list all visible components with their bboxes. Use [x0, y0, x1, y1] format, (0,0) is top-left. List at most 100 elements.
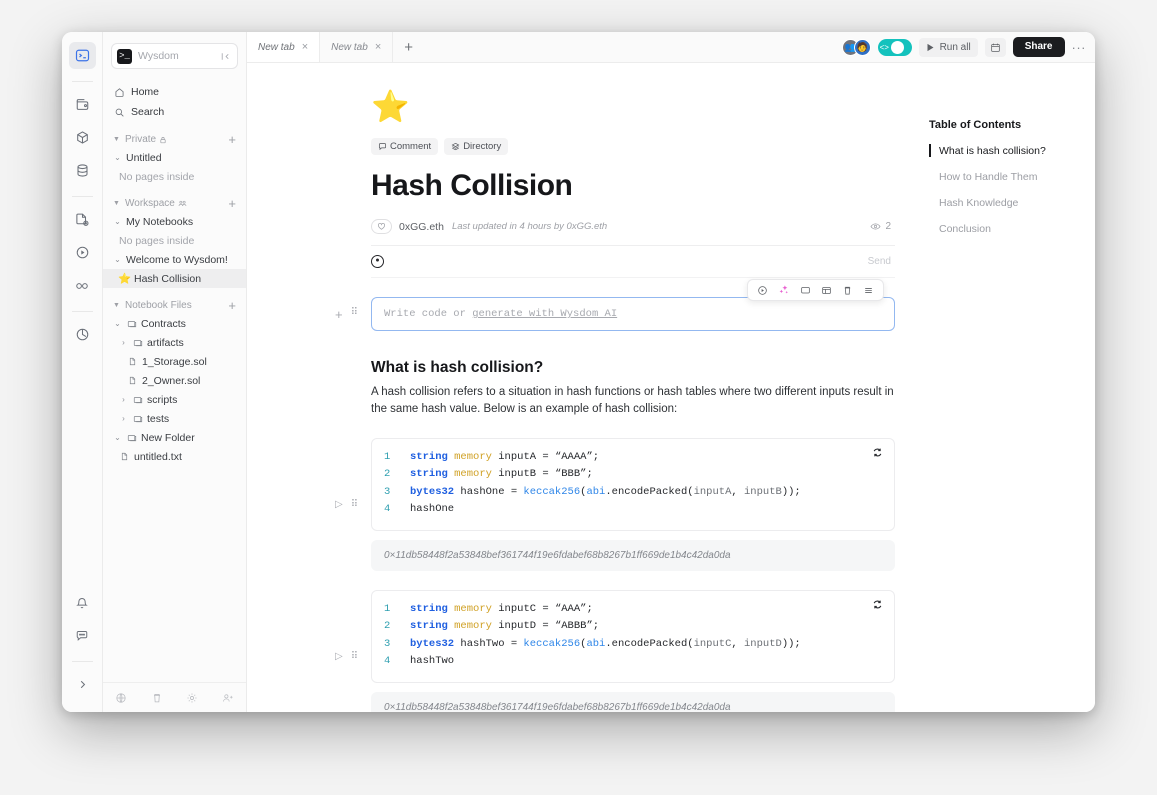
- package-icon[interactable]: [69, 124, 96, 151]
- terminal-icon[interactable]: [68, 42, 96, 69]
- expand-chevron-icon[interactable]: [69, 671, 96, 698]
- run-cell-button[interactable]: ▷: [335, 499, 343, 510]
- rail-divider-2: [71, 196, 93, 197]
- calendar-icon[interactable]: [984, 37, 1006, 57]
- tree-label: New Folder: [141, 431, 195, 444]
- tree-row[interactable]: › tests: [103, 409, 246, 428]
- toc-item-what-is-hash-collision[interactable]: What is hash collision?: [929, 144, 1095, 157]
- chevron-down-icon[interactable]: ⌄: [113, 319, 122, 328]
- chevron-right-icon[interactable]: ›: [119, 338, 128, 347]
- document-emoji[interactable]: ⭐: [371, 91, 895, 122]
- comment-icon[interactable]: [800, 285, 811, 296]
- tree-row[interactable]: › artifacts: [103, 333, 246, 352]
- sidebar-section-notebook-files[interactable]: ▼ Notebook Files +: [103, 297, 246, 314]
- sidebar-section-workspace[interactable]: ▼ Workspace +: [103, 195, 246, 212]
- tree-row[interactable]: ⌄ Welcome to Wysdom!: [103, 250, 246, 269]
- add-private-page-button[interactable]: +: [228, 133, 236, 146]
- code-line: 1 string memory inputA = “AAAA”;: [384, 449, 882, 467]
- toc-item-how-to-handle-them[interactable]: How to Handle Them: [929, 171, 1095, 183]
- code-cell-2-wrapper: ▷ ⠿ 1 string memory inputC = “AAA”; 2 st…: [335, 589, 895, 712]
- drag-handle-icon[interactable]: ⠿: [351, 499, 358, 509]
- comment-chip[interactable]: Comment: [371, 138, 439, 155]
- add-person-icon[interactable]: [222, 692, 234, 704]
- ai-sparkles-icon[interactable]: [778, 284, 790, 296]
- ai-code-cell[interactable]: Write code or generate with Wysdom AI: [371, 279, 895, 331]
- tree-row-hash-collision[interactable]: ⭐ Hash Collision: [103, 269, 246, 288]
- menu-icon[interactable]: [863, 285, 874, 296]
- tab-new-tab-2[interactable]: New tab ×: [320, 32, 394, 62]
- trash-icon[interactable]: [151, 692, 163, 704]
- document-author[interactable]: 0xGG.eth: [399, 221, 444, 233]
- code-mode-toggle[interactable]: <>: [877, 38, 912, 56]
- close-icon[interactable]: ×: [302, 41, 308, 53]
- tree-row[interactable]: ⌄ Untitled: [103, 148, 246, 167]
- sidebar-item-search[interactable]: Search: [103, 102, 246, 122]
- globe-icon[interactable]: [115, 692, 127, 704]
- rail-divider-4: [71, 661, 93, 662]
- table-icon[interactable]: [821, 285, 832, 296]
- gear-icon[interactable]: [186, 692, 198, 704]
- chevron-right-icon[interactable]: ›: [119, 395, 128, 404]
- run-cell-button[interactable]: ▷: [335, 651, 343, 662]
- toc-item-conclusion[interactable]: Conclusion: [929, 223, 1095, 235]
- directory-chip[interactable]: Directory: [444, 138, 509, 155]
- tree-row-empty: No pages inside: [103, 167, 246, 186]
- contract-deploy-icon[interactable]: [69, 206, 96, 233]
- chevron-right-icon[interactable]: ›: [119, 414, 128, 423]
- code-cell-1[interactable]: 1 string memory inputA = “AAAA”; 2 string …: [371, 437, 895, 531]
- drag-handle-icon[interactable]: ⠿: [351, 651, 358, 661]
- chevron-down-icon[interactable]: ⌄: [113, 217, 122, 226]
- more-options-button[interactable]: ···: [1072, 40, 1087, 55]
- settings-gear-icon[interactable]: [69, 321, 96, 348]
- close-icon[interactable]: ×: [375, 41, 381, 53]
- sidebar-section-private[interactable]: ▼ Private +: [103, 131, 246, 148]
- toc-item-hash-knowledge[interactable]: Hash Knowledge: [929, 197, 1095, 209]
- play-circle-icon[interactable]: [69, 239, 96, 266]
- tab-bar: New tab × New tab × + 👥 🧑 <> Run all Sha…: [247, 32, 1095, 63]
- folder-icon: [132, 414, 143, 424]
- toggle-knob: [890, 40, 904, 54]
- generate-with-ai-link[interactable]: generate with Wysdom AI: [472, 308, 617, 320]
- tree-row[interactable]: ⌄ Contracts: [103, 314, 246, 333]
- add-notebook-file-button[interactable]: +: [228, 299, 236, 312]
- tree-row[interactable]: untitled.txt: [103, 447, 246, 466]
- panel-collapse-icon[interactable]: [220, 51, 232, 62]
- chevron-down-icon[interactable]: ⌄: [113, 433, 122, 442]
- play-circle-icon[interactable]: [757, 285, 768, 296]
- like-heart-icon[interactable]: [371, 219, 392, 234]
- tree-row[interactable]: › scripts: [103, 390, 246, 409]
- drag-handle-icon[interactable]: ⠿: [351, 308, 358, 320]
- tree-row[interactable]: ⌄ New Folder: [103, 428, 246, 447]
- link-icon[interactable]: [69, 272, 96, 299]
- send-button[interactable]: Send: [868, 256, 891, 267]
- tab-new-tab-1[interactable]: New tab ×: [247, 32, 321, 62]
- chevron-down-icon[interactable]: ⌄: [113, 153, 122, 162]
- trash-icon[interactable]: [842, 285, 853, 296]
- add-workspace-page-button[interactable]: +: [228, 197, 236, 210]
- code-cell-2[interactable]: 1 string memory inputC = “AAA”; 2 string m…: [371, 589, 895, 683]
- collaborator-avatars[interactable]: 👥 🧑: [841, 38, 871, 56]
- tree-row[interactable]: ⌄ My Notebooks: [103, 212, 246, 231]
- share-button[interactable]: Share: [1012, 37, 1065, 57]
- bell-icon[interactable]: [69, 589, 96, 616]
- add-cell-button[interactable]: +: [335, 308, 343, 321]
- chat-bubble-icon[interactable]: [69, 622, 96, 649]
- tree-row[interactable]: 2_Owner.sol: [103, 371, 246, 390]
- code-text: bytes32 hashOne = keccak256(abi.encodePa…: [410, 485, 801, 498]
- rail-divider: [71, 81, 93, 82]
- refresh-icon[interactable]: [872, 599, 883, 610]
- new-tab-button[interactable]: +: [393, 32, 424, 62]
- play-icon: [926, 43, 935, 52]
- view-count-label: 2: [885, 221, 891, 232]
- chevron-down-icon[interactable]: ⌄: [113, 255, 122, 264]
- section-paragraph: A hash collision refers to a situation i…: [371, 386, 894, 416]
- page-title[interactable]: Hash Collision: [371, 169, 895, 203]
- table-of-contents: Table of Contents What is hash collision…: [915, 63, 1095, 712]
- run-all-button[interactable]: Run all: [918, 37, 978, 57]
- sidebar-item-home[interactable]: Home: [103, 82, 246, 102]
- tree-row[interactable]: 1_Storage.sol: [103, 352, 246, 371]
- wallet-icon[interactable]: [69, 91, 96, 118]
- workspace-switcher[interactable]: >_ Wysdom: [111, 43, 238, 69]
- refresh-icon[interactable]: [872, 447, 883, 458]
- database-icon[interactable]: [69, 157, 96, 184]
